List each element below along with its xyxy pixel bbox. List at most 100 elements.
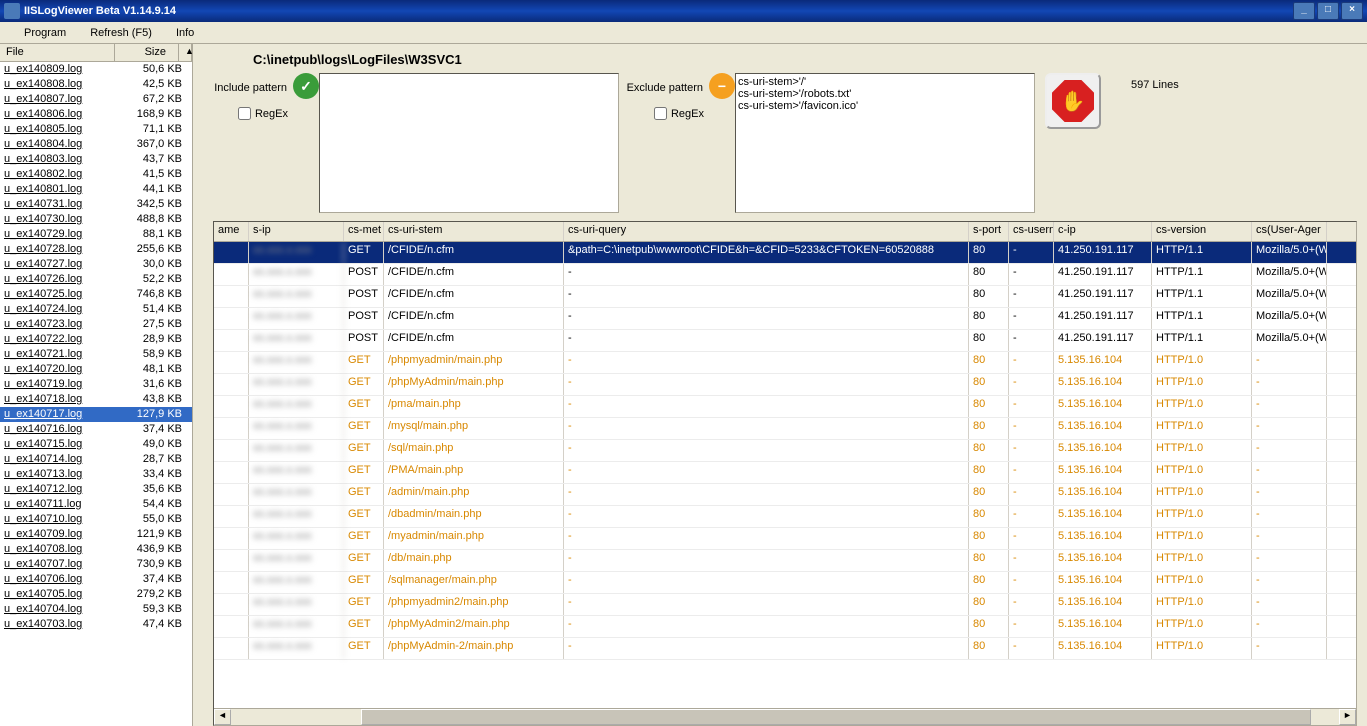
scroll-left-button[interactable]: ◄ — [214, 709, 231, 725]
file-row[interactable]: u_ex140804.log367,0 KB — [0, 137, 192, 152]
file-size: 47,4 KB — [119, 617, 188, 632]
horizontal-scrollbar[interactable]: ◄ ► — [214, 708, 1356, 725]
file-row[interactable]: u_ex140715.log49,0 KB — [0, 437, 192, 452]
col-cip[interactable]: c-ip — [1054, 222, 1152, 241]
file-row[interactable]: u_ex140711.log54,4 KB — [0, 497, 192, 512]
cell-user: - — [1009, 528, 1054, 549]
file-header-name[interactable]: File — [0, 44, 115, 61]
file-row[interactable]: u_ex140714.log28,7 KB — [0, 452, 192, 467]
file-row[interactable]: u_ex140716.log37,4 KB — [0, 422, 192, 437]
file-row[interactable]: u_ex140805.log71,1 KB — [0, 122, 192, 137]
col-method[interactable]: cs-met — [344, 222, 384, 241]
file-name: u_ex140720.log — [4, 362, 119, 377]
grid-header[interactable]: ame s-ip cs-met cs-uri-stem cs-uri-query… — [214, 222, 1356, 242]
grid-row[interactable]: xx.xxx.x.xxxGET/sqlmanager/main.php-80-5… — [214, 572, 1356, 594]
file-row[interactable]: u_ex140807.log67,2 KB — [0, 92, 192, 107]
grid-row[interactable]: xx.xxx.x.xxxGET/phpmyadmin2/main.php-80-… — [214, 594, 1356, 616]
file-row[interactable]: u_ex140806.log168,9 KB — [0, 107, 192, 122]
grid-row[interactable]: xx.xxx.x.xxxGET/sql/main.php-80-5.135.16… — [214, 440, 1356, 462]
menu-program[interactable]: Program — [12, 27, 78, 39]
file-row[interactable]: u_ex140703.log47,4 KB — [0, 617, 192, 632]
grid-row[interactable]: xx.xxx.x.xxxPOST/CFIDE/n.cfm-80-41.250.1… — [214, 308, 1356, 330]
grid-row[interactable]: xx.xxx.x.xxxPOST/CFIDE/n.cfm-80-41.250.1… — [214, 264, 1356, 286]
file-row[interactable]: u_ex140728.log255,6 KB — [0, 242, 192, 257]
file-row[interactable]: u_ex140705.log279,2 KB — [0, 587, 192, 602]
grid-row[interactable]: xx.xxx.x.xxxGET/phpMyAdmin/main.php-80-5… — [214, 374, 1356, 396]
file-row[interactable]: u_ex140721.log58,9 KB — [0, 347, 192, 362]
grid-row[interactable]: xx.xxx.x.xxxGET/db/main.php-80-5.135.16.… — [214, 550, 1356, 572]
file-row[interactable]: u_ex140729.log88,1 KB — [0, 227, 192, 242]
col-uri-stem[interactable]: cs-uri-stem — [384, 222, 564, 241]
grid-row[interactable]: xx.xxx.x.xxxGET/phpMyAdmin2/main.php-80-… — [214, 616, 1356, 638]
file-row[interactable]: u_ex140717.log127,9 KB — [0, 407, 192, 422]
file-list-header[interactable]: File Size ▲ — [0, 44, 192, 62]
file-row[interactable]: u_ex140713.log33,4 KB — [0, 467, 192, 482]
file-row[interactable]: u_ex140724.log51,4 KB — [0, 302, 192, 317]
grid-row[interactable]: xx.xxx.x.xxxGET/dbadmin/main.php-80-5.13… — [214, 506, 1356, 528]
file-row[interactable]: u_ex140730.log488,8 KB — [0, 212, 192, 227]
menu-refresh[interactable]: Refresh (F5) — [78, 27, 164, 39]
file-header-size[interactable]: Size — [115, 44, 179, 61]
file-row[interactable]: u_ex140726.log52,2 KB — [0, 272, 192, 287]
grid-row[interactable]: xx.xxx.x.xxxPOST/CFIDE/n.cfm-80-41.250.1… — [214, 286, 1356, 308]
grid-row[interactable]: xx.xxx.x.xxxGET/phpMyAdmin-2/main.php-80… — [214, 638, 1356, 660]
file-row[interactable]: u_ex140722.log28,9 KB — [0, 332, 192, 347]
file-row[interactable]: u_ex140803.log43,7 KB — [0, 152, 192, 167]
file-row[interactable]: u_ex140801.log44,1 KB — [0, 182, 192, 197]
grid-body[interactable]: xx.xxx.x.xxxGET/CFIDE/n.cfm&path=C:\inet… — [214, 242, 1356, 708]
exclude-pattern-input[interactable] — [735, 73, 1035, 213]
file-row[interactable]: u_ex140709.log121,9 KB — [0, 527, 192, 542]
file-row[interactable]: u_ex140723.log27,5 KB — [0, 317, 192, 332]
close-button[interactable]: × — [1341, 2, 1363, 20]
file-list[interactable]: u_ex140809.log50,6 KBu_ex140808.log42,5 … — [0, 62, 192, 726]
col-useragent[interactable]: cs(User-Ager — [1252, 222, 1327, 241]
file-row[interactable]: u_ex140809.log50,6 KB — [0, 62, 192, 77]
file-size: 28,9 KB — [119, 332, 188, 347]
file-row[interactable]: u_ex140731.log342,5 KB — [0, 197, 192, 212]
grid-row[interactable]: xx.xxx.x.xxxGET/admin/main.php-80-5.135.… — [214, 484, 1356, 506]
include-regex-checkbox[interactable] — [238, 107, 251, 120]
cell-cip: 5.135.16.104 — [1054, 440, 1152, 461]
col-version[interactable]: cs-version — [1152, 222, 1252, 241]
file-row[interactable]: u_ex140727.log30,0 KB — [0, 257, 192, 272]
file-row[interactable]: u_ex140712.log35,6 KB — [0, 482, 192, 497]
grid-row[interactable]: xx.xxx.x.xxxGET/mysql/main.php-80-5.135.… — [214, 418, 1356, 440]
col-port[interactable]: s-port — [969, 222, 1009, 241]
grid-row[interactable]: xx.xxx.x.xxxPOST/CFIDE/n.cfm-80-41.250.1… — [214, 330, 1356, 352]
cell-port: 80 — [969, 550, 1009, 571]
stop-button[interactable]: ✋ — [1045, 73, 1101, 129]
file-row[interactable]: u_ex140707.log730,9 KB — [0, 557, 192, 572]
cell-ua: - — [1252, 550, 1327, 571]
exclude-regex-checkbox[interactable] — [654, 107, 667, 120]
col-sip[interactable]: s-ip — [249, 222, 344, 241]
grid-row[interactable]: xx.xxx.x.xxxGET/phpmyadmin/main.php-80-5… — [214, 352, 1356, 374]
scroll-track[interactable] — [231, 709, 1339, 725]
file-row[interactable]: u_ex140725.log746,8 KB — [0, 287, 192, 302]
grid-row[interactable]: xx.xxx.x.xxxGET/CFIDE/n.cfm&path=C:\inet… — [214, 242, 1356, 264]
file-row[interactable]: u_ex140718.log43,8 KB — [0, 392, 192, 407]
grid-row[interactable]: xx.xxx.x.xxxGET/PMA/main.php-80-5.135.16… — [214, 462, 1356, 484]
include-pattern-input[interactable] — [319, 73, 619, 213]
file-row[interactable]: u_ex140710.log55,0 KB — [0, 512, 192, 527]
file-row[interactable]: u_ex140708.log436,9 KB — [0, 542, 192, 557]
cell-user: - — [1009, 572, 1054, 593]
cell-uri-stem: /PMA/main.php — [384, 462, 564, 483]
file-row[interactable]: u_ex140719.log31,6 KB — [0, 377, 192, 392]
minimize-button[interactable]: _ — [1293, 2, 1315, 20]
grid-row[interactable]: xx.xxx.x.xxxGET/myadmin/main.php-80-5.13… — [214, 528, 1356, 550]
file-row[interactable]: u_ex140720.log48,1 KB — [0, 362, 192, 377]
scroll-right-button[interactable]: ► — [1339, 709, 1356, 725]
file-row[interactable]: u_ex140802.log41,5 KB — [0, 167, 192, 182]
file-row[interactable]: u_ex140706.log37,4 KB — [0, 572, 192, 587]
grid-row[interactable]: xx.xxx.x.xxxGET/pma/main.php-80-5.135.16… — [214, 396, 1356, 418]
file-row[interactable]: u_ex140704.log59,3 KB — [0, 602, 192, 617]
maximize-button[interactable]: □ — [1317, 2, 1339, 20]
cell-user: - — [1009, 308, 1054, 329]
menu-info[interactable]: Info — [164, 27, 206, 39]
cell-name — [214, 286, 249, 307]
col-name[interactable]: ame — [214, 222, 249, 241]
scroll-thumb[interactable] — [361, 709, 1311, 725]
col-uri-query[interactable]: cs-uri-query — [564, 222, 969, 241]
col-username[interactable]: cs-usern — [1009, 222, 1054, 241]
file-row[interactable]: u_ex140808.log42,5 KB — [0, 77, 192, 92]
